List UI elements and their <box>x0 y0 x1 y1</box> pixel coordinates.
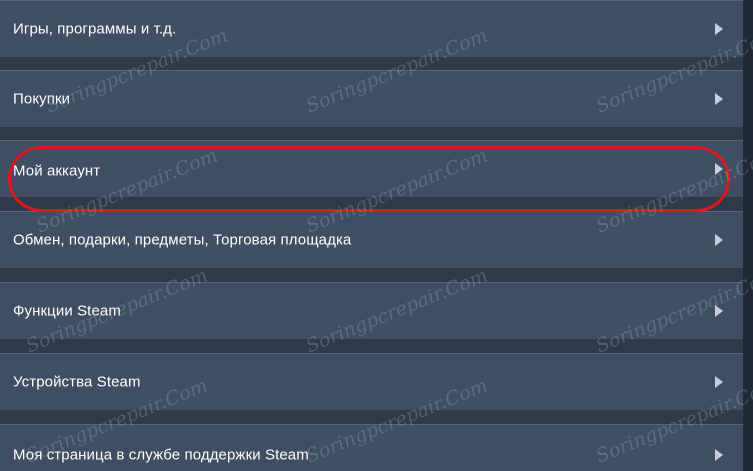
menu-item-games-software[interactable]: Игры, программы и т.д. <box>0 0 743 57</box>
chevron-right-icon <box>715 23 723 35</box>
chevron-right-icon <box>715 449 723 461</box>
chevron-right-icon <box>715 163 723 175</box>
scroll-edge <box>743 0 753 471</box>
menu-divider <box>0 197 743 211</box>
menu-item-my-support-page[interactable]: Моя страница в службе поддержки Steam <box>0 424 743 471</box>
menu-item-label: Игры, программы и т.д. <box>13 20 177 38</box>
menu-item-label: Покупки <box>13 90 71 108</box>
menu-divider <box>0 57 743 70</box>
menu-divider <box>0 127 743 140</box>
menu-item-trading-gifts-market[interactable]: Обмен, подарки, предметы, Торговая площа… <box>0 211 743 268</box>
menu-divider <box>0 410 743 424</box>
chevron-right-icon <box>715 376 723 388</box>
chevron-right-icon <box>715 234 723 246</box>
chevron-right-icon <box>715 93 723 105</box>
menu-item-label: Устройства Steam <box>13 373 141 391</box>
menu-item-purchases[interactable]: Покупки <box>0 70 743 127</box>
menu-item-label: Моя страница в службе поддержки Steam <box>13 446 309 464</box>
menu-item-steam-features[interactable]: Функции Steam <box>0 282 743 339</box>
menu-item-label: Функции Steam <box>13 302 121 320</box>
menu-item-label: Обмен, подарки, предметы, Торговая площа… <box>13 231 352 249</box>
menu-divider <box>0 268 743 282</box>
chevron-right-icon <box>715 305 723 317</box>
menu-divider <box>0 339 743 353</box>
menu-item-steam-hardware[interactable]: Устройства Steam <box>0 353 743 410</box>
menu-item-label: Мой аккаунт <box>13 162 101 180</box>
menu-item-my-account[interactable]: Мой аккаунт <box>0 140 743 197</box>
